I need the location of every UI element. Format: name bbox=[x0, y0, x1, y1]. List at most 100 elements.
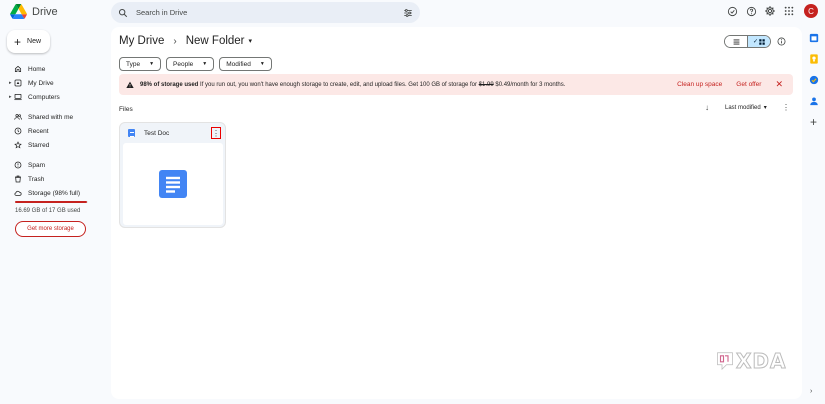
trash-icon bbox=[15, 175, 21, 183]
xda-watermark: XDA bbox=[716, 349, 787, 374]
dropdown-caret-icon: ▼ bbox=[149, 61, 155, 67]
dropdown-caret-icon: ▾ bbox=[763, 105, 767, 111]
cloud-icon bbox=[14, 190, 22, 196]
banner-bold-text: 98% of storage used bbox=[140, 81, 199, 88]
sidebar-nav: Home ▸ My Drive ▸ Computers Shared with … bbox=[9, 62, 100, 200]
apps-grid-icon[interactable] bbox=[783, 5, 795, 17]
sidebar-item-label: Starred bbox=[28, 141, 50, 149]
plus-icon: + bbox=[14, 34, 22, 49]
file-name: Test Doc bbox=[144, 129, 170, 137]
main-content: My Drive › New Folder ▾ ✓ Type ▼ People … bbox=[111, 27, 802, 399]
info-icon[interactable] bbox=[777, 37, 786, 46]
calendar-icon[interactable] bbox=[809, 33, 819, 43]
expand-caret-icon[interactable]: ▸ bbox=[9, 94, 12, 100]
shared-icon bbox=[14, 114, 22, 120]
filter-chip-type[interactable]: Type ▼ bbox=[119, 57, 162, 71]
sidebar-item-label: My Drive bbox=[28, 79, 54, 87]
breadcrumb: My Drive › New Folder ▾ bbox=[119, 35, 252, 47]
list-view-icon bbox=[733, 39, 739, 44]
filter-chip-modified[interactable]: Modified ▼ bbox=[219, 57, 272, 71]
grid-view-icon bbox=[759, 38, 765, 45]
sidebar-item-home[interactable]: Home bbox=[10, 62, 100, 76]
computers-icon bbox=[14, 93, 22, 101]
watermark-text: XDA bbox=[736, 349, 787, 374]
storage-progress-bar bbox=[15, 201, 88, 203]
my-drive-icon bbox=[14, 79, 22, 87]
new-button[interactable]: + New bbox=[7, 30, 50, 53]
more-options-icon[interactable]: ⋮ bbox=[782, 103, 790, 112]
tasks-icon[interactable] bbox=[809, 75, 819, 85]
filter-chips: Type ▼ People ▼ Modified ▼ bbox=[119, 57, 272, 71]
dropdown-caret-icon: ▼ bbox=[202, 61, 208, 67]
home-icon bbox=[14, 65, 22, 73]
filter-chip-people[interactable]: People ▼ bbox=[166, 57, 215, 71]
grid-view-button[interactable]: ✓ bbox=[747, 36, 770, 47]
close-icon[interactable]: ✕ bbox=[775, 79, 783, 90]
get-more-storage-button[interactable]: Get more storage bbox=[15, 221, 86, 237]
folder-menu-caret-icon[interactable]: ▾ bbox=[249, 37, 253, 45]
help-icon[interactable] bbox=[745, 5, 757, 17]
offline-status-icon[interactable] bbox=[726, 5, 738, 17]
sidebar-item-my-drive[interactable]: ▸ My Drive bbox=[9, 76, 100, 90]
file-card-header: Test Doc bbox=[120, 123, 225, 143]
google-doc-large-icon bbox=[159, 170, 187, 198]
contacts-icon[interactable] bbox=[809, 96, 819, 106]
sidebar-item-label: Trash bbox=[28, 175, 45, 183]
sidebar-item-spam[interactable]: Spam bbox=[10, 158, 100, 172]
spam-icon bbox=[14, 161, 22, 169]
file-more-actions-icon[interactable]: ⋮ bbox=[211, 127, 221, 139]
list-view-button[interactable] bbox=[725, 36, 747, 47]
banner-old-price: $1.99 bbox=[478, 81, 494, 88]
file-card[interactable]: Test Doc ⋮ bbox=[119, 122, 226, 228]
banner-message: 98% of storage used If you run out, you … bbox=[140, 82, 565, 88]
sort-label: Last modified bbox=[725, 104, 761, 111]
view-toggle: ✓ bbox=[724, 35, 771, 48]
sidebar-item-label: Shared with me bbox=[28, 113, 74, 121]
search-input[interactable]: Search in Drive bbox=[136, 8, 403, 17]
checkmark-icon: ✓ bbox=[752, 39, 759, 45]
sidebar-item-storage[interactable]: Storage (98% full) bbox=[10, 186, 100, 200]
banner-new-price: $0.49/month for 3 months. bbox=[493, 81, 566, 88]
settings-gear-icon[interactable] bbox=[764, 5, 776, 17]
sort-direction-arrow-icon[interactable]: ↓ bbox=[705, 103, 709, 112]
breadcrumb-my-drive[interactable]: My Drive bbox=[119, 35, 164, 47]
filter-chip-label: People bbox=[173, 60, 194, 68]
expand-caret-icon[interactable]: ▸ bbox=[9, 80, 12, 86]
sidebar-item-computers[interactable]: ▸ Computers bbox=[9, 90, 100, 104]
filter-chip-label: Modified bbox=[226, 60, 251, 68]
file-thumbnail[interactable] bbox=[123, 143, 223, 225]
sidebar-item-recent[interactable]: Recent bbox=[10, 124, 100, 138]
side-panel-rail: + bbox=[806, 33, 821, 128]
warning-icon bbox=[126, 81, 134, 88]
storage-used-text: 16.69 GB of 17 GB used bbox=[15, 208, 81, 214]
storage-progress-fill bbox=[15, 201, 87, 203]
banner-actions: Clean up space Get offer ✕ bbox=[677, 74, 783, 95]
sort-dropdown[interactable]: Last modified ▾ bbox=[725, 104, 767, 112]
breadcrumb-current-folder[interactable]: New Folder bbox=[186, 35, 245, 47]
files-section-label: Files bbox=[119, 106, 133, 113]
top-right-toolbar: C bbox=[726, 4, 818, 18]
storage-warning-banner: 98% of storage used If you run out, you … bbox=[119, 74, 793, 95]
chevron-right-icon[interactable]: › bbox=[810, 388, 812, 395]
google-doc-icon bbox=[128, 129, 135, 137]
add-addon-icon[interactable]: + bbox=[810, 116, 817, 128]
clock-icon bbox=[14, 127, 22, 135]
xda-logo-icon bbox=[717, 352, 733, 371]
search-bar[interactable]: Search in Drive bbox=[111, 2, 420, 23]
keep-icon[interactable] bbox=[809, 54, 819, 64]
breadcrumb-separator: › bbox=[173, 35, 177, 47]
clean-up-space-button[interactable]: Clean up space bbox=[677, 81, 722, 88]
search-options-icon[interactable] bbox=[403, 8, 413, 18]
new-button-label: New bbox=[27, 38, 42, 45]
sidebar-item-label: Home bbox=[28, 65, 46, 73]
dropdown-caret-icon: ▼ bbox=[259, 61, 265, 67]
sidebar-item-label: Recent bbox=[28, 127, 49, 135]
search-icon[interactable] bbox=[118, 8, 128, 18]
get-offer-button[interactable]: Get offer bbox=[736, 81, 761, 88]
account-avatar[interactable]: C bbox=[804, 4, 818, 18]
sidebar-item-starred[interactable]: Starred bbox=[10, 138, 100, 152]
app-title: Drive bbox=[32, 5, 58, 18]
sidebar-item-trash[interactable]: Trash bbox=[10, 172, 100, 186]
drive-logo[interactable]: Drive bbox=[10, 4, 58, 19]
sidebar-item-shared-with-me[interactable]: Shared with me bbox=[10, 110, 100, 124]
